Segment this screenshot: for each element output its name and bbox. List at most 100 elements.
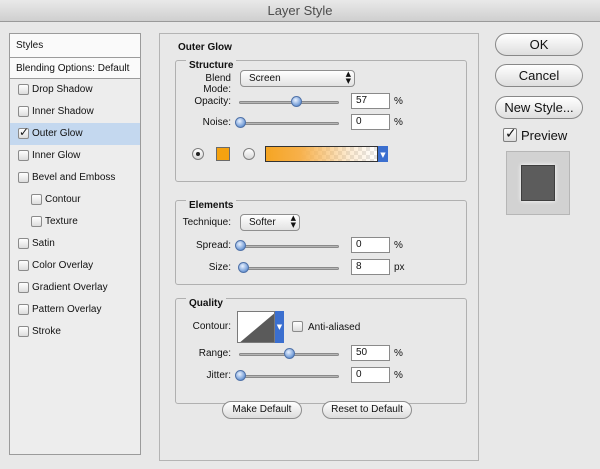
opacity-label: Opacity:	[194, 96, 231, 107]
quality-title: Quality	[186, 298, 226, 309]
style-item[interactable]: Stroke	[10, 321, 140, 343]
spread-label: Spread:	[195, 240, 231, 251]
style-item[interactable]: Bevel and Emboss	[10, 167, 140, 189]
panel-title: Outer Glow	[178, 42, 232, 53]
jitter-slider-thumb[interactable]	[235, 370, 246, 381]
style-item[interactable]: Contour	[10, 189, 140, 211]
style-checkbox[interactable]	[31, 216, 42, 227]
style-checkbox[interactable]	[18, 326, 29, 337]
window-title: Layer Style	[267, 3, 333, 18]
quality-group: Quality Contour: ▼ Anti-aliased Range: 5…	[175, 298, 467, 404]
style-checkbox[interactable]	[18, 125, 29, 139]
style-item-label: Color Overlay	[32, 260, 94, 271]
contour-dropdown-icon[interactable]: ▼	[275, 311, 284, 343]
style-item[interactable]: Color Overlay	[10, 255, 140, 277]
contour-preview[interactable]	[237, 311, 275, 343]
noise-input[interactable]: 0	[351, 114, 390, 130]
structure-group: Structure Blend Mode: Screen ▲ ▼ Opacity:…	[175, 60, 467, 182]
cancel-button[interactable]: Cancel	[495, 64, 583, 87]
outer-glow-panel: Outer Glow Structure Blend Mode: Screen …	[159, 33, 479, 461]
range-slider-thumb[interactable]	[284, 348, 295, 359]
style-item-label: Satin	[32, 238, 55, 249]
jitter-label: Jitter:	[206, 370, 231, 381]
blend-mode-select[interactable]: Screen ▲ ▼	[240, 70, 355, 87]
elements-title: Elements	[186, 200, 237, 211]
preview-layer-swatch	[521, 165, 555, 201]
contour-label: Contour:	[192, 321, 231, 332]
opacity-unit: %	[394, 96, 403, 107]
range-unit: %	[394, 348, 403, 359]
style-checkbox[interactable]	[31, 194, 42, 205]
spread-unit: %	[394, 240, 403, 251]
gradient-radio[interactable]	[243, 148, 255, 160]
noise-label: Noise:	[202, 117, 231, 128]
spread-slider-thumb[interactable]	[235, 240, 246, 251]
reset-to-default-button[interactable]: Reset to Default	[322, 401, 412, 419]
contour-curve-icon	[240, 313, 274, 342]
style-items: Drop Shadow Inner Shadow Outer Glow Inner G…	[10, 79, 140, 343]
blend-mode-value: Screen	[249, 73, 281, 84]
noise-slider-thumb[interactable]	[235, 117, 246, 128]
style-checkbox[interactable]	[18, 238, 29, 249]
blend-mode-label: Blend Mode:	[203, 73, 231, 95]
style-checkbox[interactable]	[18, 260, 29, 271]
style-item[interactable]: Inner Glow	[10, 145, 140, 167]
anti-aliased-checkbox[interactable]	[292, 321, 303, 332]
size-unit: px	[394, 262, 405, 273]
style-item-label: Contour	[45, 194, 81, 205]
style-item[interactable]: Inner Shadow	[10, 101, 140, 123]
style-item[interactable]: Gradient Overlay	[10, 277, 140, 299]
glow-color-swatch[interactable]	[216, 147, 230, 161]
style-item-label: Stroke	[32, 326, 61, 337]
preview-checkbox[interactable]	[503, 126, 517, 142]
technique-value: Softer	[249, 217, 276, 228]
style-checkbox[interactable]	[18, 106, 29, 117]
opacity-slider-thumb[interactable]	[290, 96, 302, 107]
style-item[interactable]: Outer Glow	[10, 123, 140, 145]
blending-options-item[interactable]: Blending Options: Default	[10, 58, 140, 79]
style-item-label: Bevel and Emboss	[32, 172, 116, 183]
style-checkbox[interactable]	[18, 304, 29, 315]
spread-slider[interactable]	[235, 240, 339, 251]
size-input[interactable]: 8	[351, 259, 390, 275]
style-item-label: Inner Glow	[32, 150, 81, 161]
style-checkbox[interactable]	[18, 84, 29, 95]
ok-button[interactable]: OK	[495, 33, 583, 56]
styles-list: Styles Blending Options: Default Drop Sh…	[9, 33, 141, 455]
range-input[interactable]: 50	[351, 345, 390, 361]
style-item[interactable]: Drop Shadow	[10, 79, 140, 101]
range-label: Range:	[198, 348, 231, 359]
make-default-button[interactable]: Make Default	[222, 401, 302, 419]
opacity-input[interactable]: 57	[351, 93, 390, 109]
solid-color-radio[interactable]	[192, 148, 204, 160]
technique-select[interactable]: Softer ▲ ▼	[240, 214, 300, 231]
size-slider[interactable]	[238, 262, 339, 273]
jitter-input[interactable]: 0	[351, 367, 390, 383]
range-slider[interactable]	[239, 348, 339, 359]
jitter-slider[interactable]	[235, 370, 339, 381]
select-arrows-icon: ▲ ▼	[290, 214, 296, 229]
styles-header[interactable]: Styles	[10, 34, 140, 58]
spread-input[interactable]: 0	[351, 237, 390, 253]
size-slider-thumb[interactable]	[238, 262, 250, 273]
style-checkbox[interactable]	[18, 172, 29, 183]
style-checkbox[interactable]	[18, 150, 29, 161]
select-arrows-icon: ▲ ▼	[345, 70, 351, 85]
style-item[interactable]: Satin	[10, 233, 140, 255]
title-bar: Layer Style	[0, 0, 600, 22]
style-item-label: Drop Shadow	[32, 84, 93, 95]
structure-title: Structure	[186, 60, 237, 71]
elements-group: Elements Technique: Softer ▲ ▼ Spread: 0 …	[175, 200, 467, 285]
style-item[interactable]: Texture	[10, 211, 140, 233]
glow-gradient-preview[interactable]	[265, 146, 378, 162]
opacity-slider[interactable]	[239, 96, 339, 107]
gradient-dropdown-icon[interactable]: ▼	[378, 146, 388, 162]
new-style-button[interactable]: New Style...	[495, 96, 583, 119]
noise-slider[interactable]	[235, 117, 339, 128]
style-item-label: Texture	[45, 216, 78, 227]
style-item[interactable]: Pattern Overlay	[10, 299, 140, 321]
style-checkbox[interactable]	[18, 282, 29, 293]
preview-label: Preview	[521, 128, 568, 143]
technique-label: Technique:	[182, 217, 231, 228]
style-item-label: Pattern Overlay	[32, 304, 102, 315]
